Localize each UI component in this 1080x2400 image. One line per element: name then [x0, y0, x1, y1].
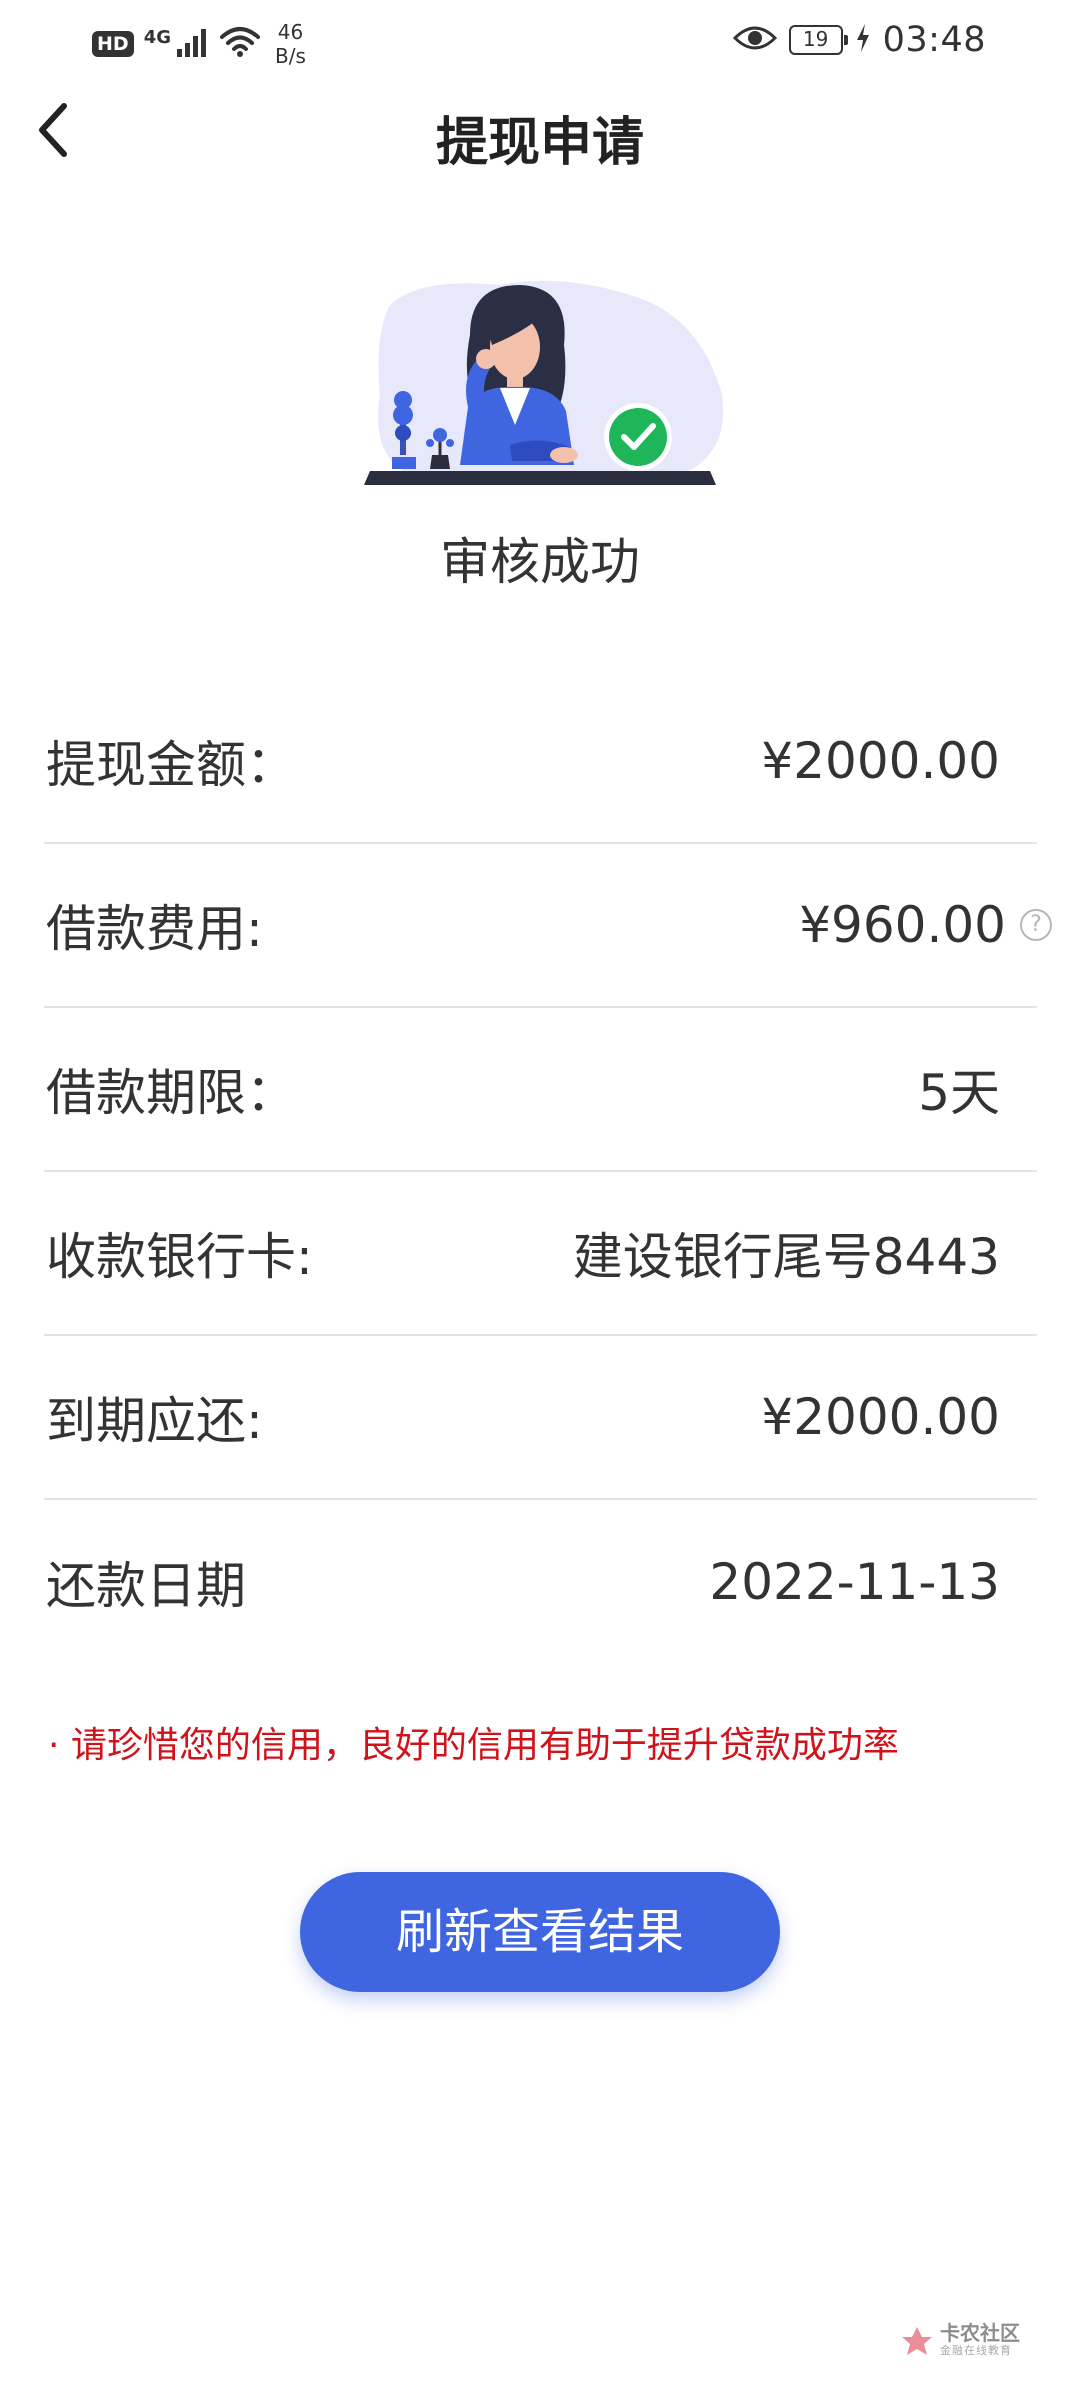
- detail-value-text: ¥960.00: [799, 896, 1006, 954]
- detail-label: 到期应还:: [46, 1392, 263, 1450]
- detail-value: 建设银行尾号8443: [573, 1217, 1000, 1289]
- credit-tip: · 请珍惜您的信用，良好的信用有助于提升贷款成功率: [48, 1725, 899, 1766]
- detail-value-text: ¥2000.00: [761, 1388, 1000, 1446]
- wifi-icon: [219, 25, 261, 63]
- watermark: 卡农社区 金融在线教育: [900, 2321, 1020, 2360]
- detail-label: 还款日期: [46, 1557, 246, 1615]
- speed-value: 46: [277, 20, 304, 44]
- watermark-text: 卡农社区 金融在线教育: [940, 2321, 1020, 2360]
- hd-badge: HD: [92, 31, 134, 57]
- detail-value: ¥960.00 ?: [799, 896, 1052, 954]
- page-title: 提现申请: [435, 113, 644, 173]
- watermark-main: 卡农社区: [940, 2321, 1020, 2345]
- detail-value: 5天: [918, 1053, 1000, 1125]
- detail-row-term: 借款期限： 5天: [44, 1008, 1037, 1172]
- detail-row-bank-card: 收款银行卡: 建设银行尾号8443: [44, 1172, 1037, 1336]
- question-mark-icon[interactable]: ?: [1020, 909, 1052, 941]
- clock: 03:48: [882, 20, 986, 60]
- status-bar-right: 19 03:48: [732, 18, 986, 62]
- detail-label: 借款期限：: [46, 1064, 296, 1122]
- detail-value: ¥2000.00: [761, 732, 1000, 790]
- detail-value-text: 5天: [918, 1064, 1000, 1122]
- result-title: 审核成功: [440, 533, 640, 591]
- watermark-sub: 金融在线教育: [940, 2344, 1012, 2357]
- detail-row-repay-date: 还款日期 2022-11-13: [44, 1500, 1037, 1664]
- eye-icon: [732, 24, 777, 56]
- withdraw-application-page: HD 4G 46 B/s 19 03:48 提现申请 审核成功 提现金额： ¥2…: [0, 0, 1080, 2400]
- approval-illustration: [350, 275, 730, 495]
- status-bar-left: HD 4G 46 B/s: [92, 14, 306, 74]
- battery-indicator: 19: [788, 25, 848, 55]
- nav-header: 提现申请: [0, 80, 1080, 180]
- withdraw-details: 提现金额： ¥2000.00 借款费用: ¥960.00 ? 借款期限： 5天 …: [44, 680, 1052, 1664]
- refresh-result-button[interactable]: 刷新查看结果: [300, 1872, 780, 1992]
- detail-row-due-amount: 到期应还: ¥2000.00: [44, 1336, 1037, 1500]
- detail-value: ¥2000.00: [761, 1388, 1000, 1446]
- signal-icon: [175, 25, 209, 63]
- detail-row-fee: 借款费用: ¥960.00 ?: [44, 844, 1052, 1008]
- watermark-logo-icon: [902, 2327, 932, 2355]
- detail-value: 2022-11-13: [709, 1553, 1000, 1611]
- detail-label: 借款费用:: [46, 900, 263, 958]
- detail-label: 收款银行卡:: [46, 1228, 313, 1286]
- detail-value-text: 2022-11-13: [709, 1553, 1000, 1611]
- charging-icon: [855, 23, 871, 57]
- network-type: 4G: [143, 26, 171, 48]
- detail-value-text: ¥2000.00: [761, 732, 1000, 790]
- detail-label: 提现金额：: [46, 736, 296, 794]
- network-speed: 46 B/s: [275, 20, 306, 68]
- status-bar: HD 4G 46 B/s 19 03:48: [0, 0, 1080, 80]
- speed-unit: B/s: [275, 44, 306, 68]
- detail-value-text: 建设银行尾号8443: [572, 1228, 1000, 1286]
- detail-row-amount: 提现金额： ¥2000.00: [44, 680, 1037, 844]
